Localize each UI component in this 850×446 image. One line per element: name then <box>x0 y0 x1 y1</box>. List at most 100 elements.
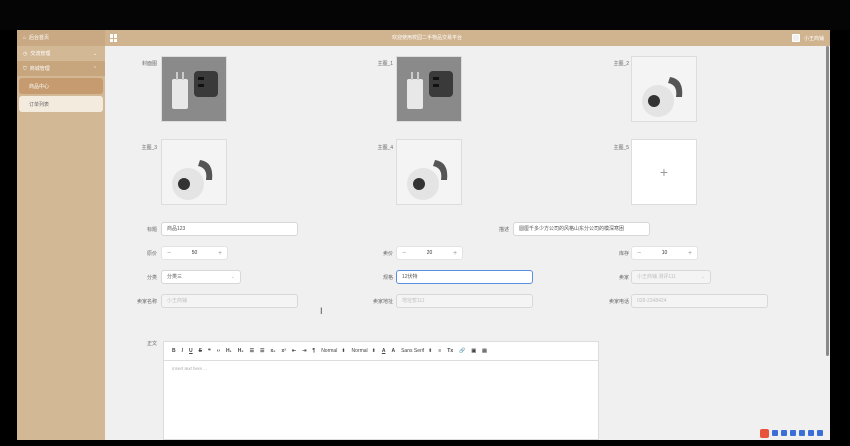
stepper-value[interactable]: 10 <box>646 250 683 256</box>
tray-icon[interactable] <box>772 430 778 436</box>
title-input[interactable]: 商品123 <box>161 222 298 236</box>
plus-icon[interactable]: + <box>683 247 697 259</box>
home-icon: ⌂ <box>23 35 27 41</box>
size-dropdown[interactable]: Normal ⬍ <box>321 348 345 354</box>
stepper-value[interactable]: 50 <box>176 250 213 256</box>
keyboard-icon[interactable] <box>799 430 805 436</box>
outdent-button[interactable]: ⇤ <box>292 348 296 354</box>
bg-color-button[interactable]: A <box>391 348 395 354</box>
top-black-bar <box>0 0 850 30</box>
mic-icon[interactable] <box>790 430 796 436</box>
cover-image[interactable] <box>161 56 227 122</box>
charger-image <box>397 57 461 121</box>
grid-icon[interactable] <box>817 430 823 436</box>
chevron-down-icon: ⌄ <box>92 50 97 57</box>
username: 小王商铺 <box>803 35 824 42</box>
main3-label: 主图_3 <box>141 145 157 151</box>
code-button[interactable]: ‹› <box>217 348 220 354</box>
align-button[interactable]: ≡ <box>438 348 441 354</box>
superscript-button[interactable]: x² <box>282 348 286 354</box>
bullet-list-button[interactable]: ☰ <box>260 348 264 354</box>
bold-button[interactable]: B <box>172 348 176 354</box>
tray-icon[interactable] <box>808 430 814 436</box>
category-value: 分类三 <box>167 274 183 280</box>
chevron-down-icon: ⌄ <box>230 274 235 280</box>
clean-button[interactable]: Tx <box>447 348 453 354</box>
plus-icon: + <box>659 164 669 180</box>
seller-name-input[interactable]: 小王商铺 <box>161 294 298 308</box>
title-label: 标题 <box>146 227 157 233</box>
stepper-value[interactable]: 20 <box>411 250 448 256</box>
indent-button[interactable]: ⇥ <box>302 348 306 354</box>
sidebar: ◷ 交流管理 ⌄ ⛉ 商城管理 ⌃ 商品中心 订单列表 <box>17 46 105 440</box>
menu-grid-icon[interactable] <box>110 34 118 42</box>
cover-label: 封面图 <box>141 61 157 67</box>
user-menu[interactable]: 小王商铺 <box>791 30 824 46</box>
h2-button[interactable]: H₂ <box>238 348 244 354</box>
main4-image[interactable] <box>396 139 462 205</box>
desc-input[interactable]: 圆厘千多少方公司的风格山东分公司的模深寒困 <box>513 222 650 236</box>
updown-icon: ⬍ <box>428 348 433 354</box>
direction-button[interactable]: ¶ <box>312 348 315 354</box>
seller-name-label: 卖家名称 <box>136 299 157 305</box>
sidebar-subitem-orders[interactable]: 订单列表 <box>19 96 103 112</box>
minus-icon[interactable]: − <box>397 247 411 259</box>
updown-icon: ⬍ <box>341 348 346 354</box>
system-tray <box>760 428 823 438</box>
sidebar-subitem-goods[interactable]: 商品中心 <box>19 78 103 94</box>
font-dropdown[interactable]: Sans Serif ⬍ <box>401 348 432 354</box>
header-value: Normal <box>351 348 368 354</box>
h1-button[interactable]: H₁ <box>226 348 232 354</box>
tray-icon[interactable] <box>781 430 787 436</box>
seller-addr-input[interactable]: 地址暂111 <box>396 294 533 308</box>
home-link[interactable]: ⌂ 后台首页 <box>17 30 105 46</box>
seller-phone-input[interactable]: 028-2348424 <box>631 294 768 308</box>
header: ⌂ 后台首页 欢迎使用校园二手物品交易平台 小王商铺 <box>17 30 830 46</box>
sidebar-item-label: 交流管理 <box>30 51 51 57</box>
minus-icon[interactable]: − <box>162 247 176 259</box>
sale-price-stepper[interactable]: − 20 + <box>396 246 463 260</box>
ordered-list-button[interactable]: ☰ <box>250 348 254 354</box>
font-value: Sans Serif <box>401 348 425 354</box>
category-select[interactable]: 分类三 ⌄ <box>161 270 241 284</box>
italic-button[interactable]: I <box>182 348 183 354</box>
main2-image[interactable] <box>631 56 697 122</box>
chat-icon: ◷ <box>23 50 28 57</box>
subscript-button[interactable]: x₂ <box>271 348 276 354</box>
main2-label: 主图_2 <box>613 61 629 67</box>
sidebar-item-chat[interactable]: ◷ 交流管理 ⌄ <box>17 46 105 61</box>
editor-body[interactable]: Insert text here ... <box>164 361 598 376</box>
stock-stepper[interactable]: − 10 + <box>631 246 698 260</box>
underline-button[interactable]: U <box>189 348 193 354</box>
editor-toolbar: B I U S ❝ ‹› H₁ H₂ ☰ ☰ x₂ x² ⇤ ⇥ ¶ Norma… <box>164 342 598 361</box>
spec-input[interactable]: 12伏特 <box>396 270 533 284</box>
orig-price-stepper[interactable]: − 50 + <box>161 246 228 260</box>
minus-icon[interactable]: − <box>632 247 646 259</box>
main3-image[interactable] <box>161 139 227 205</box>
strike-button[interactable]: S <box>199 348 202 354</box>
main1-image[interactable] <box>396 56 462 122</box>
upload-button[interactable]: + <box>631 139 697 205</box>
desc-label: 描述 <box>498 227 509 233</box>
input-method-icon[interactable] <box>760 428 769 438</box>
robot-image <box>397 140 461 204</box>
stock-label: 库存 <box>618 251 629 257</box>
content-label: 正文 <box>146 341 157 347</box>
sale-price-label: 卖价 <box>382 251 393 257</box>
page-scrollbar[interactable] <box>826 46 829 356</box>
image-icon[interactable]: ▣ <box>471 348 476 354</box>
video-icon[interactable]: ▤ <box>482 348 487 354</box>
sidebar-item-shop[interactable]: ⛉ 商城管理 ⌃ <box>17 61 105 76</box>
seller-addr-label: 卖家地址 <box>372 299 393 305</box>
chevron-up-icon: ⌃ <box>92 65 97 72</box>
updown-icon: ⬍ <box>371 348 376 354</box>
plus-icon[interactable]: + <box>213 247 227 259</box>
seller-select[interactable]: 小王商铺 测评111 ⌄ <box>631 270 711 284</box>
orig-price-label: 原价 <box>146 251 157 257</box>
plus-icon[interactable]: + <box>448 247 462 259</box>
rich-text-editor[interactable]: B I U S ❝ ‹› H₁ H₂ ☰ ☰ x₂ x² ⇤ ⇥ ¶ Norma… <box>163 341 599 440</box>
link-icon[interactable]: 🔗 <box>459 348 465 354</box>
quote-button[interactable]: ❝ <box>208 348 211 354</box>
text-color-button[interactable]: A <box>382 348 386 354</box>
header-dropdown[interactable]: Normal ⬍ <box>352 348 376 354</box>
